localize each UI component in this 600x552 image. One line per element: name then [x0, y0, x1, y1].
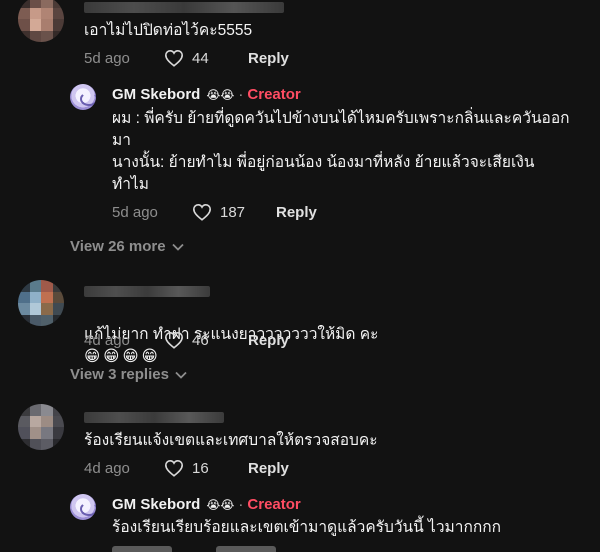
- creator-badge: Creator: [247, 496, 301, 513]
- view-more-label: View 26 more: [70, 238, 166, 255]
- blurred-username: [84, 2, 284, 13]
- comment-text: ร้องเรียนแจ้งเขตและเทศบาลให้ตรวจสอบคะ: [84, 432, 378, 449]
- heart-icon[interactable]: [164, 331, 184, 349]
- reply-button[interactable]: Reply: [248, 460, 289, 477]
- author-emoji: 😭😭: [206, 497, 235, 512]
- creator-name-row: GM Skebord 😭😭 · Creator: [112, 496, 301, 513]
- avatar[interactable]: [18, 0, 64, 42]
- blurred-username: [84, 286, 210, 297]
- comment-text: เอาไม่ไปปิดท่อไว้คะ5555: [84, 22, 253, 39]
- view-more-replies-button[interactable]: View 26 more: [70, 238, 184, 255]
- like-count: 187: [220, 203, 246, 221]
- separator-dot: ·: [238, 86, 244, 103]
- like-count: 16: [192, 459, 209, 477]
- like-count: 46: [192, 331, 209, 349]
- comment-time: 4d ago: [84, 331, 130, 349]
- comment-meta: 5d ago 44 Reply: [84, 47, 289, 69]
- comment-time: 5d ago: [112, 203, 158, 221]
- cut-off-meta-row: [112, 546, 312, 552]
- view-replies-label: View 3 replies: [70, 366, 169, 383]
- author-emoji: 😭😭: [206, 87, 235, 102]
- blurred-username: [84, 412, 224, 423]
- creator-badge: Creator: [247, 86, 301, 103]
- heart-icon[interactable]: [192, 203, 212, 221]
- comment-meta: 4d ago 16 Reply: [84, 457, 289, 479]
- comment-meta: 5d ago 187 Reply: [112, 201, 317, 223]
- creator-name[interactable]: GM Skebord: [112, 86, 200, 103]
- comment-meta: 4d ago 46 Reply: [84, 329, 289, 351]
- comment-text: ร้องเรียนเรียบร้อยและเขตเข้ามาดูแล้วครับ…: [112, 519, 502, 536]
- avatar[interactable]: [18, 280, 64, 326]
- view-replies-button[interactable]: View 3 replies: [70, 366, 187, 383]
- creator-name[interactable]: GM Skebord: [112, 496, 200, 513]
- reply-button[interactable]: Reply: [248, 50, 289, 67]
- heart-icon[interactable]: [164, 49, 184, 67]
- creator-name-row: GM Skebord 😭😭 · Creator: [112, 86, 301, 103]
- creator-avatar[interactable]: [70, 84, 96, 110]
- reply-button[interactable]: Reply: [248, 332, 289, 349]
- comment-text: ผม : พี่ครับ ย้ายที่ดูดควันไปข้างบนได้ไห…: [112, 110, 570, 193]
- comment-time: 5d ago: [84, 49, 130, 67]
- separator-dot: ·: [238, 496, 244, 513]
- reply-button[interactable]: Reply: [276, 204, 317, 221]
- avatar[interactable]: [18, 404, 64, 450]
- chevron-down-icon: [175, 371, 187, 379]
- like-count: 44: [192, 49, 209, 67]
- chevron-down-icon: [171, 243, 184, 251]
- comment-time: 4d ago: [84, 459, 130, 477]
- heart-icon[interactable]: [164, 459, 184, 477]
- creator-avatar[interactable]: [70, 494, 96, 520]
